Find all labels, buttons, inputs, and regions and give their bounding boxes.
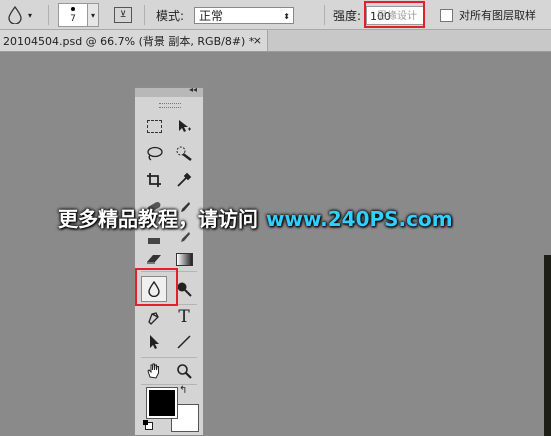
options-bar: ▾ 7 ▾ ⊻ 模式: 正常 ⬍ 强度: 100 思缘设计论坛 对所有图层取样 bbox=[0, 0, 551, 30]
mode-chevron-icon: ⬍ bbox=[283, 11, 290, 21]
brush-size: 7 bbox=[70, 14, 76, 24]
blur-drop-icon[interactable] bbox=[8, 0, 22, 30]
tab-close-icon[interactable]: × bbox=[253, 34, 262, 47]
zoom-icon[interactable] bbox=[173, 360, 195, 382]
gradient-icon[interactable] bbox=[173, 248, 195, 270]
move-icon[interactable] bbox=[173, 115, 195, 137]
mode-select[interactable]: 正常 ⬍ bbox=[194, 0, 294, 30]
document-tab[interactable]: 20104504.psd @ 66.7% (背景 副本, RGB/8#) * × bbox=[0, 30, 268, 51]
strength-label: 强度: bbox=[333, 8, 362, 23]
lasso-icon[interactable] bbox=[143, 143, 165, 165]
watermark-site: www.240PS.com bbox=[266, 207, 453, 231]
brush-preset-picker[interactable]: 7 ▾ bbox=[58, 0, 99, 30]
mode-label: 模式: bbox=[156, 8, 185, 23]
strength-highlight bbox=[364, 1, 425, 28]
eraser-icon[interactable] bbox=[143, 248, 165, 270]
document-tab-bar: 20104504.psd @ 66.7% (背景 副本, RGB/8#) * × bbox=[0, 30, 551, 52]
collapse-panel-icon[interactable]: ◂◂ bbox=[189, 85, 197, 94]
rect-marquee-icon[interactable] bbox=[143, 115, 165, 137]
default-colors-icon[interactable] bbox=[143, 420, 153, 430]
type-icon[interactable]: T bbox=[173, 306, 195, 328]
brush-panel-toggle-icon[interactable]: ⊻ bbox=[114, 0, 132, 30]
tools-panel: ◂◂ T ↰ bbox=[134, 85, 204, 436]
swap-colors-icon[interactable]: ↰ bbox=[179, 385, 187, 396]
blur-tool-highlight bbox=[135, 268, 178, 306]
watermark-text: 更多精品教程，请访问 bbox=[58, 207, 258, 231]
eyedropper-icon[interactable] bbox=[173, 169, 195, 191]
tool-preset-dropdown[interactable]: ▾ bbox=[28, 0, 32, 30]
foreground-color-swatch[interactable] bbox=[146, 387, 178, 419]
line-icon[interactable] bbox=[173, 331, 195, 353]
document-image-edge bbox=[544, 255, 551, 436]
crop-icon[interactable] bbox=[143, 169, 165, 191]
tools-panel-header[interactable]: ◂◂ bbox=[135, 85, 203, 97]
tutorial-watermark: 更多精品教程，请访问 www.240PS.com bbox=[58, 203, 453, 232]
document-tab-title: 20104504.psd @ 66.7% (背景 副本, RGB/8#) * bbox=[3, 34, 255, 48]
path-select-icon[interactable] bbox=[143, 331, 165, 353]
hand-icon[interactable] bbox=[143, 360, 165, 382]
brush-dropdown-arrow[interactable]: ▾ bbox=[88, 3, 99, 27]
pen-icon[interactable] bbox=[143, 306, 165, 328]
quick-select-icon[interactable] bbox=[173, 143, 195, 165]
panel-grip[interactable] bbox=[159, 103, 181, 108]
sample-all-label: 对所有图层取样 bbox=[459, 9, 536, 22]
sample-all-checkbox[interactable]: 对所有图层取样 bbox=[440, 0, 536, 30]
mode-value: 正常 bbox=[199, 8, 224, 23]
